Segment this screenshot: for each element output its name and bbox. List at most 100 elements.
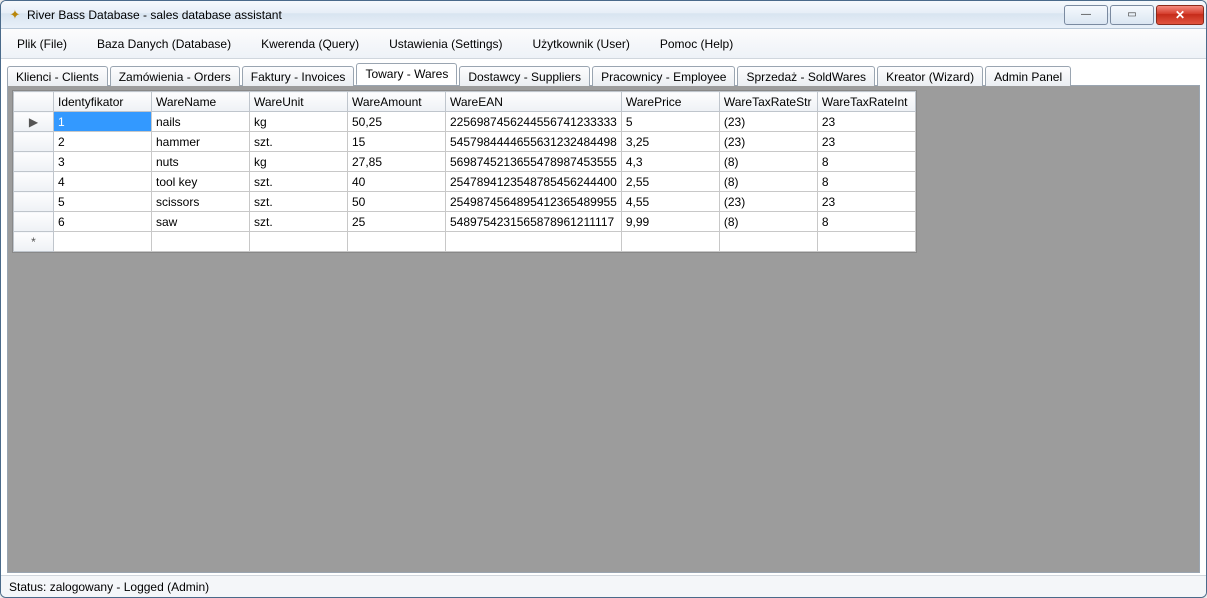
cell-name[interactable]: nails [152,112,250,132]
cell-ean[interactable] [446,232,622,252]
close-button[interactable]: ✕ [1156,5,1204,25]
cell-name[interactable]: tool key [152,172,250,192]
cell-unit[interactable]: szt. [250,192,348,212]
cell-taxint[interactable]: 23 [817,132,915,152]
table-row[interactable]: 5 scissors szt. 50 254987456489541236548… [14,192,916,212]
table-row[interactable]: 3 nuts kg 27,85 569874521365547898745355… [14,152,916,172]
cell-price[interactable] [621,232,719,252]
col-waretaxratestr[interactable]: WareTaxRateStr [719,92,817,112]
minimize-button[interactable]: — [1064,5,1108,25]
col-wareean[interactable]: WareEAN [446,92,622,112]
cell-name[interactable] [152,232,250,252]
menu-uzytkownik[interactable]: Użytkownik (User) [527,33,636,55]
cell-ean[interactable]: 2256987456244556741233333 [446,112,622,132]
cell-amount[interactable]: 27,85 [348,152,446,172]
cell-name[interactable]: nuts [152,152,250,172]
row-marker[interactable] [14,152,54,172]
window-title: River Bass Database - sales database ass… [27,8,1062,22]
cell-taxstr[interactable]: (8) [719,152,817,172]
menu-baza[interactable]: Baza Danych (Database) [91,33,237,55]
cell-taxstr[interactable] [719,232,817,252]
cell-id[interactable]: 1 [54,112,152,132]
col-wareprice[interactable]: WarePrice [621,92,719,112]
cell-price[interactable]: 2,55 [621,172,719,192]
titlebar[interactable]: ✦ River Bass Database - sales database a… [1,1,1206,29]
cell-taxint[interactable] [817,232,915,252]
cell-name[interactable]: hammer [152,132,250,152]
cell-id[interactable]: 6 [54,212,152,232]
cell-ean[interactable]: 5698745213655478987453555 [446,152,622,172]
table-row-new[interactable]: * [14,232,916,252]
cell-taxstr[interactable]: (8) [719,212,817,232]
table-row[interactable]: 2 hammer szt. 15 54579844446556312324844… [14,132,916,152]
tab-towary[interactable]: Towary - Wares [356,63,457,85]
cell-taxint[interactable]: 8 [817,152,915,172]
cell-taxstr[interactable]: (23) [719,112,817,132]
col-identyfikator[interactable]: Identyfikator [54,92,152,112]
menu-ustawienia[interactable]: Ustawienia (Settings) [383,33,508,55]
cell-taxint[interactable]: 8 [817,212,915,232]
cell-id[interactable]: 3 [54,152,152,172]
cell-amount[interactable]: 40 [348,172,446,192]
cell-id[interactable] [54,232,152,252]
menu-kwerenda[interactable]: Kwerenda (Query) [255,33,365,55]
cell-ean[interactable]: 2549874564895412365489955 [446,192,622,212]
row-marker[interactable] [14,192,54,212]
cell-unit[interactable]: szt. [250,212,348,232]
cell-price[interactable]: 3,25 [621,132,719,152]
cell-taxstr[interactable]: (23) [719,132,817,152]
row-marker-current[interactable]: ▶ [14,112,54,132]
cell-unit[interactable] [250,232,348,252]
cell-taxstr[interactable]: (8) [719,172,817,192]
menu-plik[interactable]: Plik (File) [11,33,73,55]
cell-id[interactable]: 5 [54,192,152,212]
col-wareunit[interactable]: WareUnit [250,92,348,112]
cell-taxint[interactable]: 23 [817,112,915,132]
table-row[interactable]: ▶ 1 nails kg 50,25 225698745624455674123… [14,112,916,132]
cell-name[interactable]: scissors [152,192,250,212]
cell-ean[interactable]: 5457984444655631232484498 [446,132,622,152]
table-row[interactable]: 6 saw szt. 25 5489754231565878961211117 … [14,212,916,232]
datagrid-wares[interactable]: Identyfikator WareName WareUnit WareAmou… [12,90,917,253]
tab-admin[interactable]: Admin Panel [985,66,1071,86]
tab-kreator[interactable]: Kreator (Wizard) [877,66,983,86]
table-row[interactable]: 4 tool key szt. 40 254789412354878545624… [14,172,916,192]
cell-amount[interactable]: 25 [348,212,446,232]
col-rowselector[interactable] [14,92,54,112]
row-marker-new[interactable]: * [14,232,54,252]
cell-id[interactable]: 4 [54,172,152,192]
cell-unit[interactable]: kg [250,152,348,172]
cell-price[interactable]: 4,55 [621,192,719,212]
tab-dostawcy[interactable]: Dostawcy - Suppliers [459,66,590,86]
cell-taxint[interactable]: 8 [817,172,915,192]
cell-unit[interactable]: kg [250,112,348,132]
cell-unit[interactable]: szt. [250,132,348,152]
tab-faktury[interactable]: Faktury - Invoices [242,66,355,86]
tab-sprzedaz[interactable]: Sprzedaż - SoldWares [737,66,875,86]
menu-pomoc[interactable]: Pomoc (Help) [654,33,739,55]
cell-amount[interactable]: 50,25 [348,112,446,132]
cell-ean[interactable]: 5489754231565878961211117 [446,212,622,232]
col-wareamount[interactable]: WareAmount [348,92,446,112]
tab-pracownicy[interactable]: Pracownicy - Employee [592,66,735,86]
cell-amount[interactable] [348,232,446,252]
cell-taxint[interactable]: 23 [817,192,915,212]
cell-amount[interactable]: 15 [348,132,446,152]
cell-price[interactable]: 9,99 [621,212,719,232]
cell-unit[interactable]: szt. [250,172,348,192]
cell-price[interactable]: 4,3 [621,152,719,172]
cell-id[interactable]: 2 [54,132,152,152]
maximize-button[interactable]: ▭ [1110,5,1154,25]
row-marker[interactable] [14,132,54,152]
cell-ean[interactable]: 2547894123548785456244400 [446,172,622,192]
tab-klienci[interactable]: Klienci - Clients [7,66,108,86]
cell-name[interactable]: saw [152,212,250,232]
cell-amount[interactable]: 50 [348,192,446,212]
col-warename[interactable]: WareName [152,92,250,112]
row-marker[interactable] [14,212,54,232]
col-waretaxrateint[interactable]: WareTaxRateInt [817,92,915,112]
row-marker[interactable] [14,172,54,192]
cell-taxstr[interactable]: (23) [719,192,817,212]
tab-zamowienia[interactable]: Zamówienia - Orders [110,66,240,86]
cell-price[interactable]: 5 [621,112,719,132]
